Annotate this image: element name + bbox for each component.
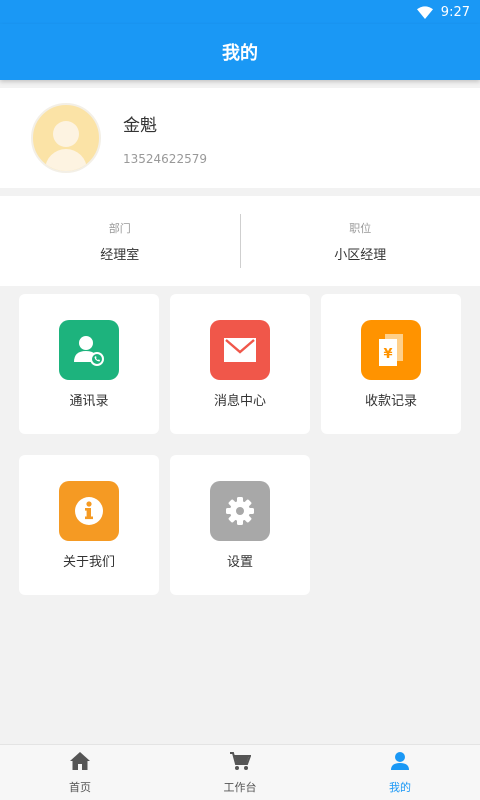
- profile-phone: 13524622579: [123, 151, 207, 166]
- profile-name: 金魁: [123, 115, 157, 136]
- tab-mine-label: 我的: [389, 780, 411, 794]
- tile-messages[interactable]: 消息中心: [170, 294, 310, 434]
- wifi-icon: [416, 5, 433, 19]
- app-bar: 我的: [0, 24, 480, 80]
- home-icon: [69, 751, 91, 775]
- tile-contacts[interactable]: 通讯录: [19, 294, 159, 434]
- tile-messages-label: 消息中心: [213, 393, 266, 409]
- bottom-tab-bar: 首页 工作台 我的: [0, 744, 480, 800]
- department-label: 部门: [108, 221, 131, 235]
- function-grid: 通讯录 消息中心 ¥ 收款记录 关于我们 设置: [19, 294, 461, 595]
- tile-settings[interactable]: 设置: [170, 455, 310, 595]
- position-value: 小区经理: [334, 247, 387, 263]
- tile-settings-label: 设置: [226, 554, 253, 570]
- gear-icon: [210, 480, 270, 541]
- tab-mine[interactable]: 我的: [320, 745, 480, 800]
- svg-text:¥: ¥: [383, 347, 392, 362]
- position-info: 职位 小区经理: [241, 196, 480, 286]
- position-label: 职位: [349, 221, 372, 235]
- info-icon: [59, 480, 119, 541]
- department-info: 部门 经理室: [0, 196, 240, 286]
- tab-home[interactable]: 首页: [0, 745, 160, 800]
- avatar: [31, 103, 101, 173]
- tab-home-label: 首页: [69, 780, 91, 794]
- department-value: 经理室: [100, 247, 140, 263]
- status-bar: 9:27: [0, 0, 480, 24]
- info-panel: 部门 经理室 职位 小区经理: [0, 196, 480, 286]
- tab-workbench[interactable]: 工作台: [160, 745, 320, 800]
- tile-payment-records-label: 收款记录: [364, 393, 417, 409]
- contacts-icon: [59, 319, 119, 380]
- cart-icon: [229, 751, 252, 775]
- profile-card[interactable]: 金魁 13524622579: [0, 88, 480, 188]
- status-time: 9:27: [440, 4, 470, 20]
- tile-payment-records[interactable]: ¥ 收款记录: [321, 294, 461, 434]
- mail-icon: [210, 319, 270, 380]
- tile-about-us[interactable]: 关于我们: [19, 455, 159, 595]
- payment-record-icon: ¥: [361, 319, 421, 380]
- page-title: 我的: [222, 43, 258, 64]
- tile-contacts-label: 通讯录: [69, 393, 109, 409]
- person-icon: [390, 751, 410, 775]
- tab-workbench-label: 工作台: [223, 780, 257, 794]
- tile-about-us-label: 关于我们: [62, 554, 115, 570]
